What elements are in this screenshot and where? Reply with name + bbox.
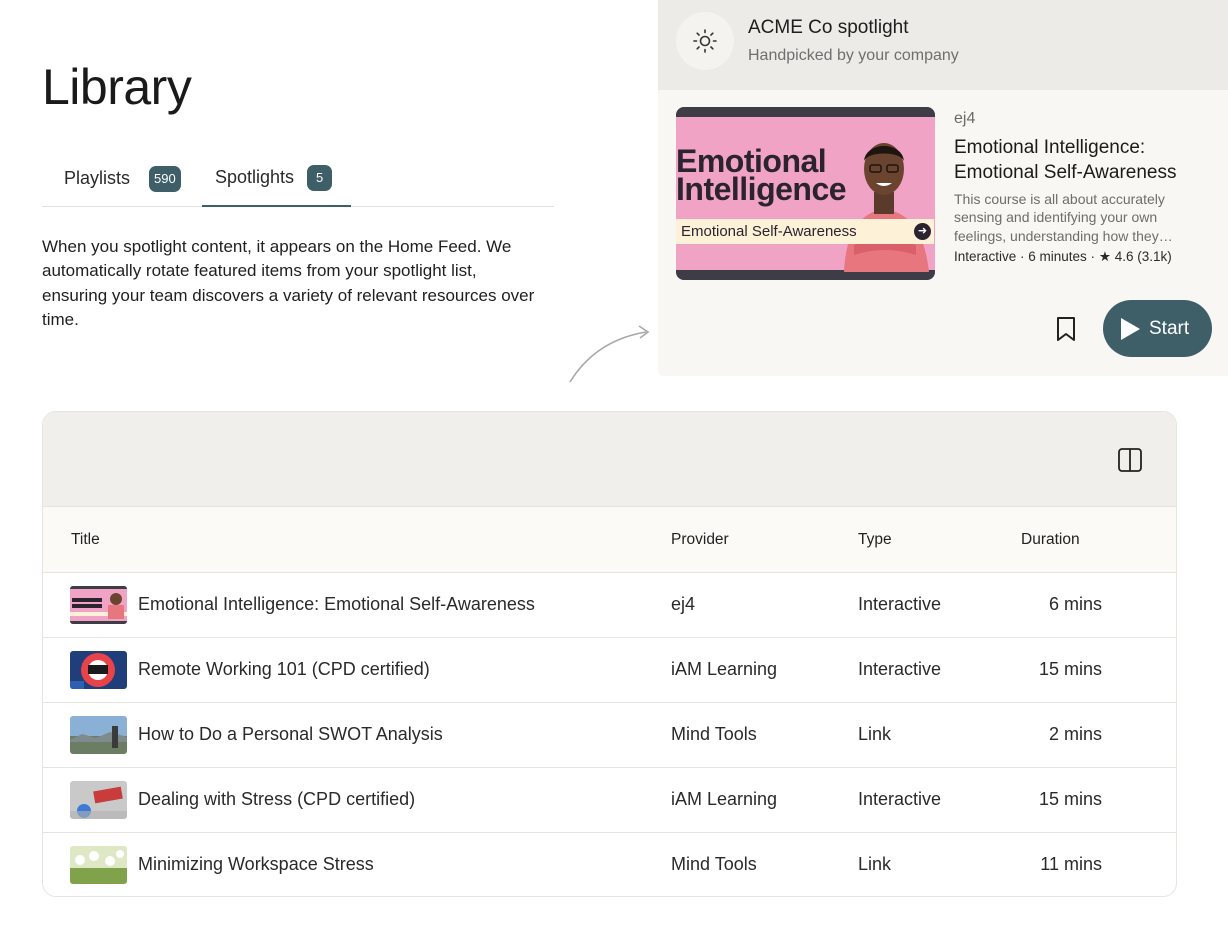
row-type: Interactive: [858, 594, 942, 614]
row-type: Link: [858, 724, 892, 744]
star-icon: ★: [1098, 249, 1111, 264]
thumb-subtitle: Emotional Self-Awareness: [681, 223, 857, 240]
start-label: Start: [1149, 317, 1190, 339]
row-provider: Mind Tools: [671, 724, 757, 744]
spotlight-meta: Interactive · 6 minutes · ★ 4.6 (3.1k): [954, 249, 1172, 265]
rating: 4.6 (3.1k): [1114, 249, 1172, 264]
thumb-subtitle-pill: Emotional Self-Awareness ➜: [676, 219, 934, 244]
table-row[interactable]: Minimizing Workspace Stress Mind Tools L…: [43, 833, 1176, 896]
row-type: Interactive: [858, 789, 942, 809]
header-duration[interactable]: Duration: [1021, 531, 1080, 549]
table-row[interactable]: Emotional Intelligence: Emotional Self-A…: [43, 573, 1176, 638]
row-thumbnail: [70, 586, 127, 624]
arrow-right-icon: ➜: [914, 223, 931, 240]
thumb-bar: [676, 107, 935, 117]
spotlight-provider: ej4: [954, 110, 976, 127]
row-title: Dealing with Stress (CPD certified): [138, 789, 416, 809]
count-badge: 590: [149, 165, 181, 192]
row-title: Emotional Intelligence: Emotional Self-A…: [138, 594, 535, 614]
row-provider: iAM Learning: [671, 659, 778, 679]
row-duration: 2 mins: [1048, 724, 1102, 744]
tab-label: Spotlights: [215, 167, 295, 187]
curved-arrow-icon: [569, 325, 650, 383]
row-type: Interactive: [858, 659, 942, 679]
course-thumbnail[interactable]: Emotional Intelligence Emotional Self-Aw…: [676, 107, 935, 280]
count-badge: 5: [307, 164, 333, 191]
row-thumbnail: [70, 846, 127, 884]
row-title: Remote Working 101 (CPD certified): [138, 659, 430, 679]
bookmark-button[interactable]: [1052, 314, 1080, 344]
table-toolbar: [43, 412, 1176, 507]
row-type: Link: [858, 854, 892, 874]
table-header: Title Provider Type Duration: [43, 507, 1176, 573]
table-row[interactable]: Dealing with Stress (CPD certified) iAM …: [43, 768, 1176, 833]
header-type[interactable]: Type: [858, 531, 892, 549]
tab-label: Playlists: [64, 168, 131, 188]
row-provider: ej4: [671, 594, 696, 614]
row-duration: 15 mins: [1038, 789, 1102, 809]
table-row[interactable]: How to Do a Personal SWOT Analysis Mind …: [43, 703, 1176, 768]
spotlight-course-title[interactable]: Emotional Intelligence: Emotional Self-A…: [954, 135, 1214, 185]
library-tabs: Playlists 590 Spotlights 5: [42, 150, 554, 207]
table-row[interactable]: Remote Working 101 (CPD certified) iAM L…: [43, 638, 1176, 703]
spotlight-header: ACME Co spotlight Handpicked by your com…: [658, 0, 1228, 90]
row-title: Minimizing Workspace Stress: [138, 854, 374, 874]
thumb-title: Emotional Intelligence: [676, 143, 847, 207]
play-icon: [1121, 317, 1140, 340]
tab-spotlights[interactable]: Spotlights 5: [202, 150, 351, 207]
row-provider: Mind Tools: [671, 854, 757, 874]
spotlight-card: ACME Co spotlight Handpicked by your com…: [658, 0, 1228, 376]
spotlight-description: This course is all about accurately sens…: [954, 191, 1173, 244]
spotlight-title: ACME Co spotlight: [748, 17, 909, 38]
row-provider: iAM Learning: [671, 789, 778, 809]
row-duration: 11 mins: [1040, 854, 1102, 874]
intro-text: When you spotlight content, it appears o…: [42, 237, 535, 329]
row-title: How to Do a Personal SWOT Analysis: [138, 724, 443, 744]
spotlight-subtitle: Handpicked by your company: [748, 47, 959, 64]
tab-playlists[interactable]: Playlists 590: [64, 150, 181, 207]
row-thumbnail: [70, 716, 127, 754]
bookmark-icon: [1057, 317, 1075, 341]
page-title: Library: [42, 59, 192, 115]
row-duration: 15 mins: [1038, 659, 1102, 679]
columns-toggle-icon[interactable]: [1117, 447, 1143, 473]
sun-icon: [676, 12, 734, 70]
header-provider[interactable]: Provider: [671, 531, 729, 549]
row-thumbnail: [70, 651, 127, 689]
header-title[interactable]: Title: [71, 531, 100, 549]
meta-text: Interactive · 6 minutes ·: [954, 249, 1099, 264]
spotlight-table: Title Provider Type Duration Emotional I…: [42, 411, 1177, 897]
row-thumbnail: [70, 781, 127, 819]
start-button[interactable]: Start: [1103, 300, 1212, 357]
row-duration: 6 mins: [1048, 594, 1102, 614]
